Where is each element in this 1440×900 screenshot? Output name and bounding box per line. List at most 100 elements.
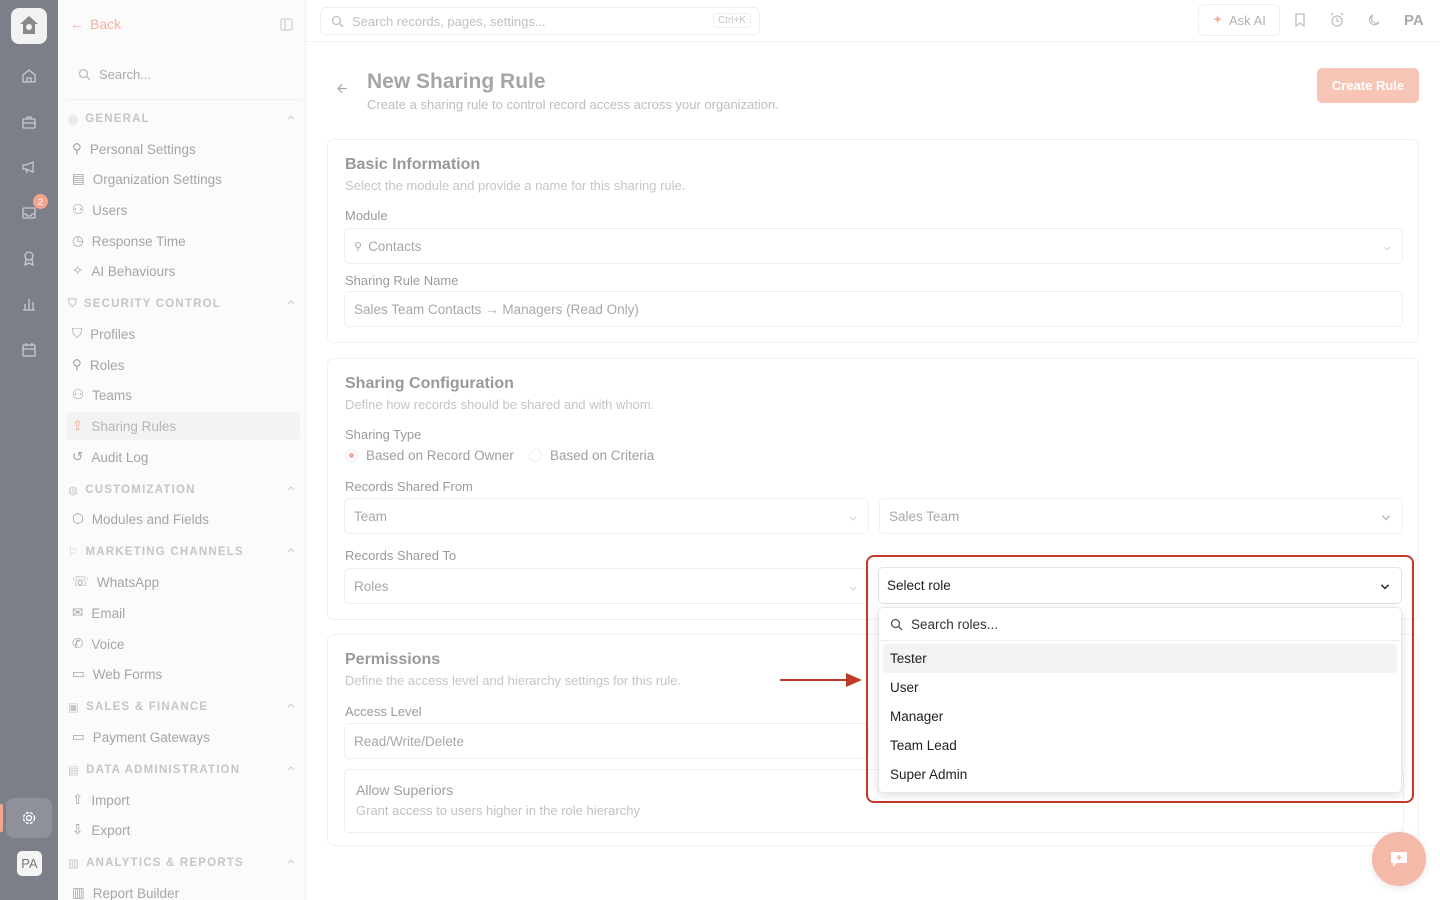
shield-icon: ⛉ xyxy=(68,297,78,310)
section-subtitle: Define how records should be shared and … xyxy=(345,397,655,412)
page-back-icon[interactable] xyxy=(336,82,350,96)
sidebar-item-roles[interactable]: ⚲ Roles xyxy=(66,351,300,379)
radio-criteria[interactable]: Based on Criteria xyxy=(529,448,654,463)
group-data[interactable]: ▤ DATA ADMINISTRATION xyxy=(68,760,296,780)
sidebar-item-label: Export xyxy=(91,822,131,838)
sidebar-item-web-forms[interactable]: ▭ Web Forms xyxy=(66,660,300,688)
users-icon: ⚇ xyxy=(72,202,85,217)
sidebar-item-label: Modules and Fields xyxy=(91,511,209,527)
sidebar-item-sharing-rules[interactable]: ⇪ Sharing Rules xyxy=(66,412,300,440)
sidebar-item-response-time[interactable]: ◷ Response Time xyxy=(66,227,300,255)
page-title: New Sharing Rule xyxy=(367,70,546,93)
rule-name-label: Sharing Rule Name xyxy=(345,273,459,288)
sidebar-item-teams[interactable]: ⚇ Teams xyxy=(66,381,300,409)
sidebar-item-email[interactable]: ✉ Email xyxy=(66,599,300,627)
group-customization[interactable]: ◍ CUSTOMIZATION xyxy=(68,480,296,500)
select-value: Sales Team xyxy=(889,508,960,524)
group-sales[interactable]: ▣ SALES & FINANCE xyxy=(68,697,296,717)
role-search-input[interactable]: Search roles... xyxy=(879,608,1401,641)
group-security[interactable]: ⛉ SECURITY CONTROL xyxy=(68,294,296,314)
team-icon: ⚇ xyxy=(72,387,85,402)
radio-selected xyxy=(345,449,358,462)
role-option-tester[interactable]: Tester xyxy=(883,644,1397,673)
share-icon: ⇪ xyxy=(72,418,84,433)
create-rule-button[interactable]: Create Rule xyxy=(1317,68,1419,103)
sidebar-item-label: Roles xyxy=(89,357,125,373)
calendar-icon[interactable] xyxy=(19,340,39,360)
user-initials[interactable]: PA xyxy=(1404,12,1424,29)
sidebar-item-label: Response Time xyxy=(91,233,186,249)
role-option-manager[interactable]: Manager xyxy=(883,702,1397,731)
topbar: Search records, pages, settings... Ctrl+… xyxy=(306,0,1440,42)
group-analytics[interactable]: ▥ ANALYTICS & REPORTS xyxy=(68,853,296,873)
sidebar-item-modules[interactable]: ⬡ Modules and Fields xyxy=(66,505,300,533)
sidebar-item-payment[interactable]: ▭ Payment Gateways xyxy=(66,723,300,751)
chevron-down-icon xyxy=(848,581,858,596)
rule-name-input[interactable]: Sales Team Contacts → Managers (Read Onl… xyxy=(344,291,1403,327)
moon-icon[interactable] xyxy=(1367,12,1383,28)
ask-ai-button[interactable]: ✦ Ask AI xyxy=(1198,4,1280,36)
person-icon: ⚲ xyxy=(354,240,363,253)
access-level-select[interactable]: Read/Write/Delete xyxy=(344,723,869,759)
sidebar-item-ai-behaviours[interactable]: ✧ AI Behaviours xyxy=(66,257,300,285)
group-label: SECURITY CONTROL xyxy=(83,298,222,310)
sidebar-item-label: WhatsApp xyxy=(96,574,160,590)
sidebar-item-users[interactable]: ⚇ Users xyxy=(66,196,300,224)
sidebar-item-import[interactable]: ⇧ Import xyxy=(66,786,300,814)
role-option-user[interactable]: User xyxy=(883,673,1397,702)
radio-record-owner[interactable]: Based on Record Owner xyxy=(345,448,514,463)
global-search[interactable]: Search records, pages, settings... Ctrl+… xyxy=(320,7,760,35)
sidebar-item-label: Profiles xyxy=(90,326,136,342)
module-select[interactable]: ⚲ Contacts xyxy=(344,228,1403,264)
chevron-up-icon xyxy=(286,764,296,777)
section-title: Sharing Configuration xyxy=(345,375,514,392)
sidebar-item-export[interactable]: ⇩ Export xyxy=(66,816,300,844)
gear-icon: ◎ xyxy=(68,114,80,126)
bookmark-icon[interactable] xyxy=(1293,12,1309,28)
role-select[interactable]: Select role xyxy=(878,567,1402,604)
radio-unselected xyxy=(529,449,542,462)
mail-icon: ✉ xyxy=(72,605,84,620)
chevron-up-icon xyxy=(286,857,296,870)
sidebar-item-audit-log[interactable]: ↺ Audit Log xyxy=(66,443,300,471)
back-label: Back xyxy=(90,16,122,32)
sidebar-item-personal[interactable]: ⚲ Personal Settings xyxy=(66,135,300,163)
building-icon: ▤ xyxy=(72,171,85,186)
sidebar-item-voice[interactable]: ✆ Voice xyxy=(66,630,300,658)
sidebar-item-organization[interactable]: ▤ Organization Settings xyxy=(66,165,300,193)
wand-icon: ✧ xyxy=(72,263,84,278)
module-label: Module xyxy=(345,208,388,223)
user-avatar[interactable]: PA xyxy=(17,851,42,876)
role-option-team-lead[interactable]: Team Lead xyxy=(883,731,1397,760)
home-icon[interactable] xyxy=(19,66,39,86)
alarm-icon[interactable] xyxy=(1329,12,1345,28)
collapse-sidebar-icon[interactable] xyxy=(280,18,294,32)
basic-information-card: Basic Information Select the module and … xyxy=(327,139,1419,343)
sidebar-search[interactable]: Search... xyxy=(66,50,302,100)
app-logo[interactable] xyxy=(11,8,47,44)
back-link[interactable]: ← Back xyxy=(70,16,121,32)
select-value: Read/Write/Delete xyxy=(354,733,465,749)
group-marketing[interactable]: ⚐ MARKETING CHANNELS xyxy=(68,542,296,562)
chart-icon[interactable] xyxy=(19,294,39,314)
role-option-super-admin[interactable]: Super Admin xyxy=(883,760,1397,789)
group-label: MARKETING CHANNELS xyxy=(85,546,244,558)
shared-from-type-select[interactable]: Team xyxy=(344,498,869,534)
settings-sidebar: ← Back Search... ◎ GENERAL ⚲ Personal Sett… xyxy=(58,0,306,900)
shield-icon: ⛉ xyxy=(72,326,83,341)
award-icon[interactable] xyxy=(19,248,39,268)
shared-to-type-select[interactable]: Roles xyxy=(344,568,869,604)
shared-from-team-select[interactable]: Sales Team xyxy=(879,498,1403,534)
sidebar-item-report-builder[interactable]: ▥ Report Builder xyxy=(66,879,300,900)
radio-label: Based on Record Owner xyxy=(366,448,514,463)
section-title: Permissions xyxy=(345,651,441,668)
briefcase-icon[interactable] xyxy=(19,112,39,132)
group-general[interactable]: ◎ GENERAL xyxy=(68,109,296,129)
sidebar-item-label: Email xyxy=(91,605,126,621)
sidebar-item-whatsapp[interactable]: ☏ WhatsApp xyxy=(66,568,300,596)
chat-fab[interactable] xyxy=(1372,832,1426,886)
settings-icon[interactable] xyxy=(19,808,39,828)
megaphone-icon[interactable] xyxy=(19,157,39,177)
phone-icon: ✆ xyxy=(72,636,84,651)
sidebar-item-profiles[interactable]: ⛉ Profiles xyxy=(66,320,300,348)
